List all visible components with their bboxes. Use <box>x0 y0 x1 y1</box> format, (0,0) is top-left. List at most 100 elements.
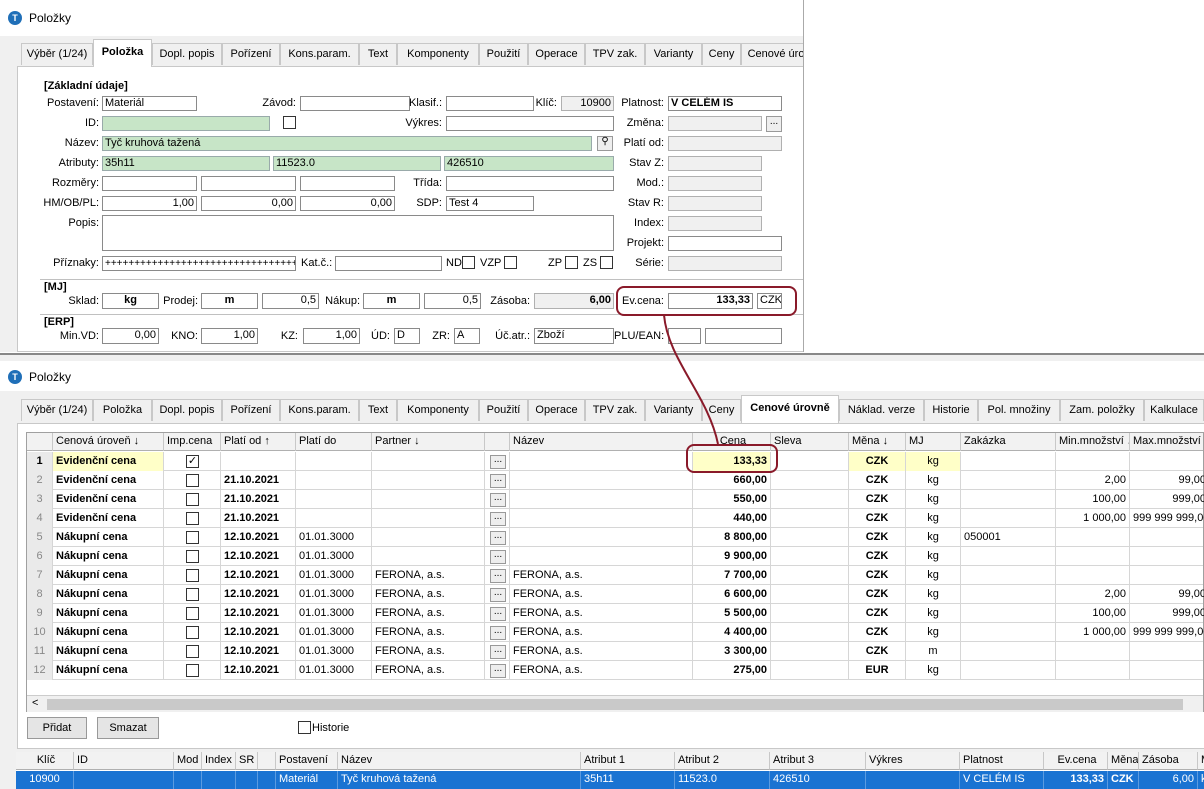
table-cell[interactable] <box>961 452 1056 471</box>
table-cell[interactable] <box>164 566 221 585</box>
scrollbar-thumb[interactable] <box>47 699 1183 710</box>
list-cell[interactable]: 35h11 <box>581 771 675 789</box>
table-cell[interactable]: Nákupní cena <box>53 623 164 642</box>
list-cell[interactable]: Materiál <box>276 771 338 789</box>
table-cell[interactable] <box>1056 528 1130 547</box>
table-cell[interactable] <box>1130 452 1204 471</box>
horizontal-scrollbar[interactable]: < <box>27 695 1203 712</box>
column-header[interactable]: Platí do <box>296 433 372 451</box>
imp-cena-checkbox[interactable] <box>186 474 199 487</box>
add-button[interactable]: Přidat <box>27 717 87 739</box>
list-cell[interactable] <box>74 771 174 789</box>
table-cell[interactable] <box>771 490 849 509</box>
table-cell[interactable] <box>510 490 693 509</box>
table-cell[interactable] <box>961 490 1056 509</box>
table-cell[interactable]: EUR <box>849 661 906 680</box>
table-cell[interactable] <box>1130 566 1204 585</box>
list-cell[interactable]: 426510 <box>770 771 866 789</box>
list-cell[interactable] <box>866 771 960 789</box>
table-cell[interactable] <box>961 547 1056 566</box>
table-cell[interactable]: 2,00 <box>1056 585 1130 604</box>
field-kz[interactable]: 1,00 <box>303 328 360 344</box>
table-cell[interactable]: Evidenční cena <box>53 471 164 490</box>
field-hm[interactable]: 1,00 <box>102 196 197 211</box>
tab-zam-polozky[interactable]: Zam. položky <box>1060 399 1144 421</box>
tab-cenove-urovne[interactable]: Cenové úrovně <box>741 395 839 423</box>
tab-komponenty[interactable]: Komponenty <box>397 43 479 65</box>
list-column-header[interactable]: Ev.cena <box>1044 752 1108 770</box>
table-cell[interactable] <box>961 509 1056 528</box>
field-priznaky[interactable]: ++++++++++++++++++++++++++++++++++ <box>102 256 296 271</box>
table-cell[interactable]: 12.10.2021 <box>221 623 296 642</box>
nd-checkbox[interactable] <box>462 256 475 269</box>
table-cell[interactable] <box>771 623 849 642</box>
vzp-checkbox[interactable] <box>504 256 517 269</box>
list-column-header[interactable]: Zásoba <box>1139 752 1198 770</box>
field-nakup[interactable]: m <box>363 293 420 309</box>
table-row[interactable]: 1 Evidenční cena ✓... 133,33 CZK kg <box>27 452 1203 471</box>
tab-text[interactable]: Text <box>359 43 397 65</box>
list-column-header[interactable]: Výkres <box>866 752 960 770</box>
table-cell[interactable] <box>510 471 693 490</box>
tab-komponenty[interactable]: Komponenty <box>397 399 479 421</box>
ellipsis-icon[interactable]: ... <box>490 607 506 621</box>
table-cell[interactable] <box>1056 452 1130 471</box>
table-cell[interactable]: 8 800,00 <box>693 528 771 547</box>
table-cell[interactable] <box>771 661 849 680</box>
column-header[interactable]: Max.množství <box>1130 433 1204 451</box>
list-cell[interactable]: Tyč kruhová tažená <box>338 771 581 789</box>
table-cell[interactable]: FERONA, a.s. <box>372 604 485 623</box>
table-cell[interactable]: FERONA, a.s. <box>372 585 485 604</box>
list-column-header[interactable]: Platnost <box>960 752 1044 770</box>
list-cell[interactable] <box>174 771 202 789</box>
table-cell[interactable]: FERONA, a.s. <box>510 566 693 585</box>
tab-pouziti[interactable]: Použití <box>479 399 528 421</box>
ellipsis-icon[interactable]: ... <box>490 569 506 583</box>
table-cell[interactable]: 100,00 <box>1056 604 1130 623</box>
imp-cena-checkbox[interactable] <box>186 569 199 582</box>
field-rozmer-1[interactable] <box>102 176 197 191</box>
field-postaveni[interactable]: Materiál <box>102 96 197 111</box>
table-row[interactable]: 3 Evidenční cena 21.10.2021... 550,00 CZK kg 1… <box>27 490 1204 509</box>
table-cell[interactable] <box>961 623 1056 642</box>
tab-polozka[interactable]: Položka <box>93 399 152 421</box>
table-cell[interactable]: CZK <box>849 604 906 623</box>
check-icon[interactable]: ✓ <box>186 455 199 468</box>
column-header[interactable]: Zakázka <box>961 433 1056 451</box>
table-cell[interactable] <box>164 604 221 623</box>
table-cell[interactable] <box>961 566 1056 585</box>
table-cell[interactable]: 999,00 <box>1130 604 1204 623</box>
table-cell[interactable]: Nákupní cena <box>53 585 164 604</box>
table-cell[interactable]: Evidenční cena <box>53 509 164 528</box>
list-cell[interactable]: CZK <box>1108 771 1139 789</box>
list-column-header[interactable]: Mod <box>174 752 202 770</box>
field-projekt[interactable] <box>668 236 782 251</box>
table-cell[interactable]: ... <box>485 661 510 680</box>
imp-cena-checkbox[interactable] <box>186 645 199 658</box>
column-header[interactable]: Min.množství ↓ <box>1056 433 1130 451</box>
imp-cena-checkbox[interactable] <box>186 550 199 563</box>
table-cell[interactable] <box>221 452 296 471</box>
table-cell[interactable]: ... <box>485 623 510 642</box>
table-cell[interactable]: CZK <box>849 547 906 566</box>
table-row[interactable]: 5 Nákupní cena 12.10.2021 01.01.3000... 8 80… <box>27 528 1203 547</box>
delete-button[interactable]: Smazat <box>97 717 159 739</box>
table-cell[interactable]: 12.10.2021 <box>221 547 296 566</box>
table-cell[interactable] <box>164 490 221 509</box>
table-cell[interactable]: 050001 <box>961 528 1056 547</box>
table-cell[interactable] <box>771 566 849 585</box>
table-row[interactable]: 8 Nákupní cena 12.10.2021 01.01.3000 FERONA,… <box>27 585 1204 604</box>
table-cell[interactable] <box>771 642 849 661</box>
tab-tpv-zak[interactable]: TPV zak. <box>585 43 645 65</box>
tab-varianty[interactable]: Varianty <box>645 399 702 421</box>
table-cell[interactable]: 9 900,00 <box>693 547 771 566</box>
list-cell[interactable]: 11523.0 <box>675 771 770 789</box>
list-column-header[interactable]: SR <box>236 752 258 770</box>
list-column-header[interactable]: Atribut 1 <box>581 752 675 770</box>
list-column-header[interactable]: Atribut 3 <box>770 752 866 770</box>
field-min-vd[interactable]: 0,00 <box>102 328 159 344</box>
list-column-header[interactable] <box>258 752 276 770</box>
field-sdp[interactable]: Test 4 <box>446 196 534 211</box>
table-cell[interactable]: kg <box>906 566 961 585</box>
field-popis[interactable] <box>102 215 614 251</box>
